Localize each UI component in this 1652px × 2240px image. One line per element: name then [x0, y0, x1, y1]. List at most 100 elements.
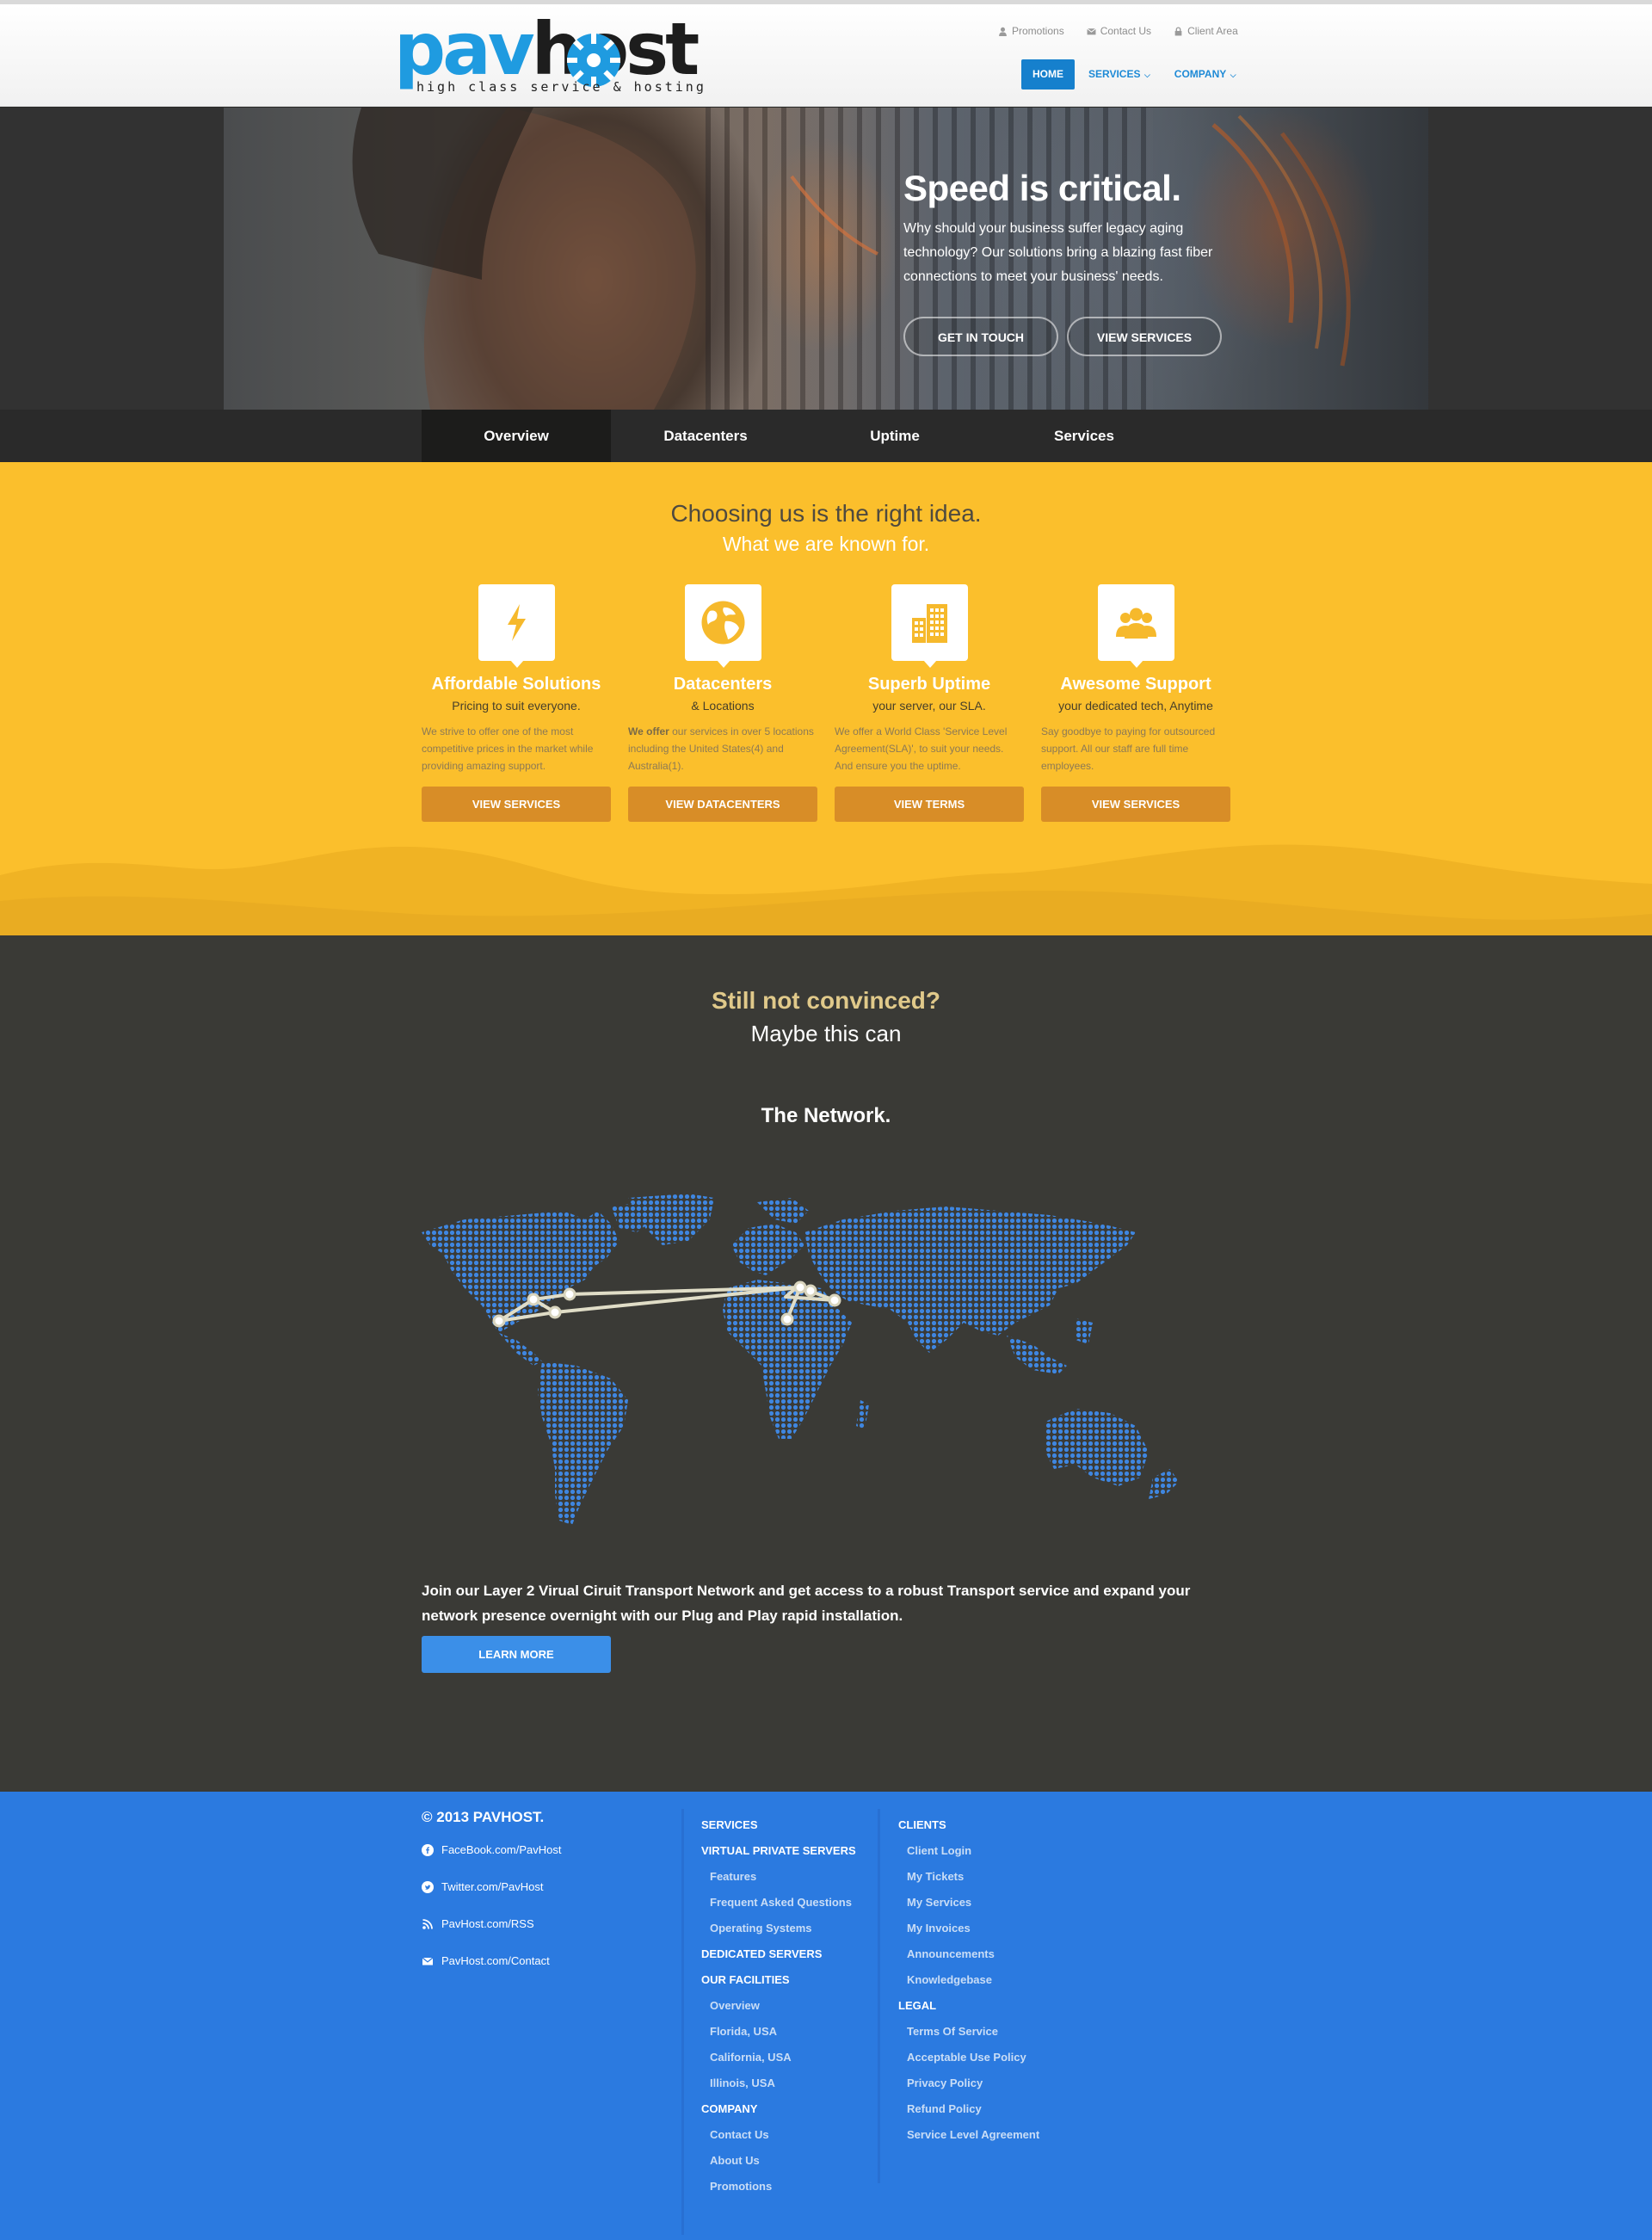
- features-heading: Choosing us is the right idea.: [670, 500, 982, 527]
- footer-link[interactable]: Features: [701, 1864, 856, 1890]
- footer-link[interactable]: Refund Policy: [898, 2096, 1039, 2122]
- footer-link[interactable]: Announcements: [898, 1941, 1039, 1967]
- hero-shade: [224, 108, 1428, 410]
- feature-title: Affordable Solutions: [431, 675, 601, 694]
- utility-contact[interactable]: Contact Us: [1086, 23, 1152, 39]
- site-header: pavhost high class service & hosting Pro…: [0, 4, 1652, 107]
- learn-more-button[interactable]: LEARN MORE: [422, 1636, 611, 1673]
- social-label: PavHost.com/RSS: [441, 1917, 534, 1930]
- view-datacenters-button[interactable]: VIEW DATACENTERS: [628, 787, 817, 822]
- social-twitter[interactable]: Twitter.com/PavHost: [422, 1880, 543, 1893]
- footer-heading-link[interactable]: DEDICATED SERVERS: [701, 1941, 856, 1967]
- footer-heading-link[interactable]: COMPANY: [701, 2096, 856, 2122]
- footer-link[interactable]: California, USA: [701, 2045, 856, 2070]
- view-terms-button[interactable]: VIEW TERMS: [835, 787, 1024, 822]
- features-subheading: What we are known for.: [722, 533, 930, 555]
- footer-heading-link[interactable]: LEGAL: [898, 1993, 1039, 2019]
- utility-client-area[interactable]: Client Area: [1174, 23, 1238, 39]
- facebook-icon: [422, 1843, 434, 1856]
- tab-services[interactable]: Services: [989, 410, 1179, 462]
- tab-datacenters[interactable]: Datacenters: [611, 410, 800, 462]
- utility-label: Client Area: [1187, 25, 1238, 37]
- footer-link[interactable]: Client Login: [898, 1838, 1039, 1864]
- envelope-icon: [422, 1957, 434, 1965]
- footer-link[interactable]: Promotions: [701, 2174, 856, 2200]
- footer-link[interactable]: Privacy Policy: [898, 2070, 1039, 2096]
- footer-link[interactable]: My Services: [898, 1890, 1039, 1916]
- chevron-down-icon: ⌵: [1142, 71, 1150, 79]
- envelope-icon: [1086, 28, 1096, 34]
- lock-icon: [1174, 26, 1182, 35]
- feature-subtitle: & Locations: [691, 699, 755, 713]
- social-contact[interactable]: PavHost.com/Contact: [422, 1954, 550, 1967]
- footer-link[interactable]: Service Level Agreement: [898, 2122, 1039, 2148]
- feature-title: Superb Uptime: [867, 675, 991, 694]
- feature-desc-bold: We offer: [628, 725, 669, 737]
- utility-promotions[interactable]: Promotions: [998, 23, 1064, 39]
- users-icon: [1115, 608, 1156, 639]
- footer-link[interactable]: Operating Systems: [701, 1916, 856, 1941]
- lightning-icon: [507, 604, 526, 641]
- network-heading: Still not convinced?: [711, 987, 940, 1014]
- utility-label: Contact Us: [1100, 25, 1152, 37]
- footer-link[interactable]: Frequent Asked Questions: [701, 1890, 856, 1916]
- get-in-touch-button[interactable]: GET IN TOUCH: [903, 317, 1058, 356]
- nav-home[interactable]: HOME: [1021, 59, 1075, 89]
- site-footer: © 2013 PAVHOST. FaceBook.com/PavHost Twi…: [0, 1792, 1652, 2240]
- logo-tagline: high class service & hosting: [416, 79, 706, 95]
- main-nav: HOME SERVICES ⌵ COMPANY ⌵: [1021, 59, 1250, 89]
- utility-nav: Promotions Contact Us Client Area: [998, 23, 1238, 39]
- footer-link[interactable]: Contact Us: [701, 2122, 856, 2148]
- social-rss[interactable]: PavHost.com/RSS: [422, 1917, 534, 1930]
- feature-icon-box: [891, 584, 968, 668]
- nav-label: COMPANY: [1174, 68, 1227, 80]
- footer-heading-link[interactable]: SERVICES: [701, 1812, 856, 1838]
- tab-uptime[interactable]: Uptime: [800, 410, 989, 462]
- footer-heading-link[interactable]: OUR FACILITIES: [701, 1967, 856, 1993]
- social-facebook[interactable]: FaceBook.com/PavHost: [422, 1843, 561, 1856]
- feature-desc: Say goodbye to paying for outsourced sup…: [1041, 725, 1216, 772]
- social-label: PavHost.com/Contact: [441, 1954, 550, 1967]
- footer-link[interactable]: Knowledgebase: [898, 1967, 1039, 1993]
- view-services-button[interactable]: VIEW SERVICES: [422, 787, 611, 822]
- footer-link[interactable]: Acceptable Use Policy: [898, 2045, 1039, 2070]
- footer-col-clients: CLIENTS Client Login My Tickets My Services…: [898, 1812, 1039, 2148]
- footer-link[interactable]: Terms Of Service: [898, 2019, 1039, 2045]
- footer-divider: [681, 1809, 684, 2235]
- nav-company[interactable]: COMPANY ⌵: [1164, 59, 1247, 89]
- network-text: Join our Layer 2 Virual Ciruit Transport…: [422, 1583, 1191, 1624]
- logo[interactable]: pavhost high class service & hosting: [394, 13, 704, 96]
- feature-desc: We strive to offer one of the most compe…: [422, 725, 594, 772]
- footer-heading-link[interactable]: CLIENTS: [898, 1812, 1039, 1838]
- nav-label: SERVICES: [1088, 68, 1141, 80]
- hero-text: Why should your business suffer legacy a…: [903, 221, 1213, 284]
- tab-overview[interactable]: Overview: [422, 410, 611, 462]
- user-icon: [999, 27, 1007, 36]
- footer-link[interactable]: Overview: [701, 1993, 856, 2019]
- nav-services[interactable]: SERVICES ⌵: [1078, 59, 1161, 89]
- footer-link[interactable]: Illinois, USA: [701, 2070, 856, 2096]
- feature-subtitle: your server, our SLA.: [872, 699, 986, 713]
- footer-link[interactable]: About Us: [701, 2148, 856, 2174]
- feature-icon-box: [478, 584, 555, 668]
- footer-link[interactable]: My Invoices: [898, 1916, 1039, 1941]
- social-label: FaceBook.com/PavHost: [441, 1843, 562, 1856]
- footer-link[interactable]: My Tickets: [898, 1864, 1039, 1890]
- footer-link[interactable]: Florida, USA: [701, 2019, 856, 2045]
- feature-icon-box: [1097, 584, 1174, 668]
- hero-image: [224, 108, 1428, 410]
- feature-support: Awesome Support your dedicated tech, Any…: [1041, 584, 1230, 822]
- footer-divider: [878, 1809, 880, 2183]
- hero-title: Speed is critical.: [903, 168, 1181, 208]
- network-title: The Network.: [761, 1104, 891, 1127]
- view-services-button[interactable]: VIEW SERVICES: [1041, 787, 1230, 822]
- social-label: Twitter.com/PavHost: [441, 1880, 544, 1893]
- feature-datacenters: Datacenters & Locations We offer our ser…: [628, 584, 817, 822]
- footer-heading-link[interactable]: VIRTUAL PRIVATE SERVERS: [701, 1838, 856, 1864]
- building-icon: [911, 604, 947, 643]
- utility-label: Promotions: [1012, 25, 1064, 37]
- nav-label: HOME: [1032, 68, 1063, 80]
- feature-title: Awesome Support: [1060, 675, 1211, 694]
- view-services-button[interactable]: VIEW SERVICES: [1067, 317, 1222, 356]
- feature-subtitle: Pricing to suit everyone.: [452, 699, 581, 713]
